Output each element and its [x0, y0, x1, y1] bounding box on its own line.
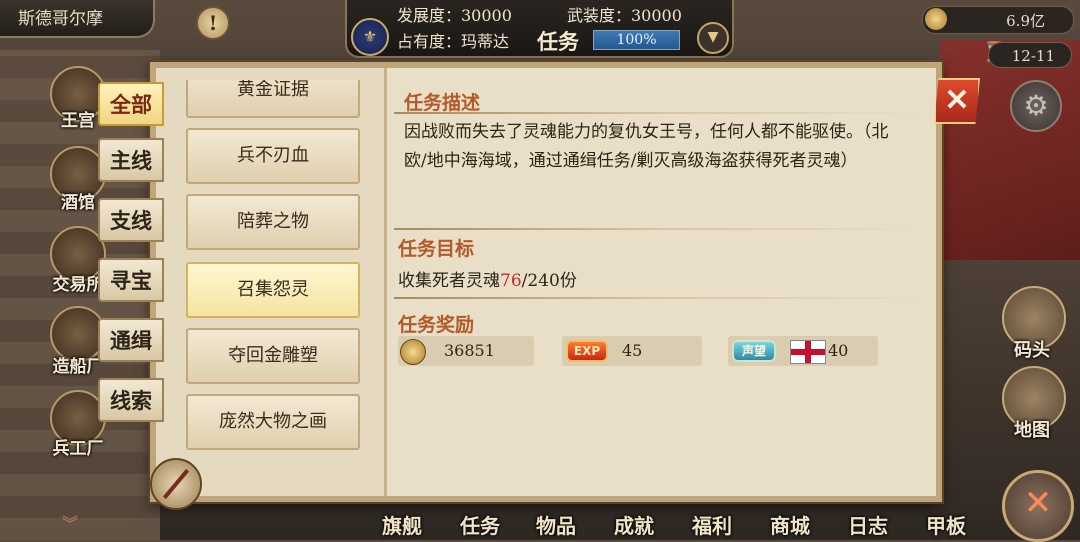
quest-item[interactable]: 夺回金雕塑 [186, 328, 360, 384]
close-button[interactable]: ✕ [934, 78, 980, 124]
task-progress-label: 任务 [537, 29, 579, 54]
quest-description: 因战败而失去了灵魂能力的复仇女王号，任何人都不能驱使。（北欧/地中海海域，通过通… [404, 122, 889, 171]
goal-current: 76 [500, 271, 522, 291]
quest-goal: 收集死者灵魂76/240份 [398, 266, 577, 291]
crossed-swords-icon[interactable]: ✕ [1002, 470, 1074, 542]
reputation-icon: 声望 [732, 340, 776, 362]
gold-display: 6.9亿 [922, 6, 1074, 34]
tab-wanted[interactable]: 通缉 [98, 318, 164, 362]
gear-icon[interactable]: ⚙ [1010, 80, 1062, 132]
stats-panel: 发展度：30000 武装度：30000 ⚜ 占有度：玛蒂达 任务 100% ▼ [345, 0, 734, 58]
city-name[interactable]: 斯德哥尔摩 [0, 0, 155, 38]
gold-coin-icon [925, 8, 947, 30]
reward-rep-value: 40 [828, 341, 849, 360]
nation-emblem-icon[interactable]: ⚜ [351, 18, 389, 56]
nav-welfare[interactable]: 福利 [692, 510, 732, 539]
quest-item[interactable]: 兵不刃血 [186, 128, 360, 184]
reward-gold-value: 36851 [444, 341, 495, 360]
bottom-nav: 旗舰 任务 物品 成就 福利 商城 日志 甲板 [360, 506, 990, 540]
task-progress-bar: 100% [593, 30, 680, 50]
tab-treasure[interactable]: 寻宝 [98, 258, 164, 302]
quest-item[interactable]: 庞然大物之画 [186, 394, 360, 450]
development-stat: 发展度：30000 [397, 6, 512, 25]
occupancy-stat: 占有度：玛蒂达 [397, 32, 510, 51]
quest-item-selected[interactable]: 召集怨灵 [186, 262, 360, 318]
reward-title: 任务奖励 [398, 314, 475, 336]
alert-icon[interactable]: ! [196, 6, 230, 40]
game-date: 12-11 [988, 42, 1072, 68]
quest-list[interactable]: 黄金证据 兵不刃血 陪葬之物 召集怨灵 夺回金雕塑 庞然大物之画 [180, 80, 366, 454]
desc-title: 任务描述 [404, 92, 481, 114]
goal-title: 任务目标 [398, 238, 475, 260]
reward-reputation: 声望 40 [728, 336, 878, 366]
tab-clues[interactable]: 线索 [98, 378, 164, 422]
chevron-down-icon[interactable]: ︾ [62, 510, 78, 534]
nav-achievements[interactable]: 成就 [614, 510, 654, 539]
exp-icon: EXP [566, 340, 608, 362]
nav-arsenal[interactable]: 兵工厂 [40, 434, 116, 459]
tab-all[interactable]: 全部 [98, 82, 164, 126]
tab-side[interactable]: 支线 [98, 198, 164, 242]
goal-prefix: 收集死者灵魂 [398, 271, 500, 291]
divider [394, 112, 922, 114]
divider [394, 297, 922, 299]
england-flag-icon [790, 340, 826, 364]
reward-exp: EXP 45 [562, 336, 702, 366]
quest-item[interactable]: 陪葬之物 [186, 194, 360, 250]
nav-map[interactable]: 地图 [1004, 416, 1060, 442]
tab-main[interactable]: 主线 [98, 138, 164, 182]
quest-item[interactable]: 黄金证据 [186, 80, 360, 118]
nav-log[interactable]: 日志 [848, 510, 888, 539]
goal-suffix: /240份 [521, 271, 577, 291]
gold-value: 6.9亿 [1006, 12, 1045, 30]
divider [394, 228, 922, 230]
compass-icon[interactable] [150, 458, 202, 510]
reward-gold: 36851 [398, 336, 534, 366]
gold-coin-icon [400, 339, 426, 365]
nav-items[interactable]: 物品 [536, 510, 576, 539]
chevron-down-icon[interactable]: ▼ [697, 22, 729, 54]
nav-deck[interactable]: 甲板 [926, 510, 966, 539]
nav-shop[interactable]: 商城 [770, 510, 810, 539]
nav-tasks[interactable]: 任务 [460, 510, 500, 539]
armament-stat: 武装度：30000 [567, 6, 682, 25]
progress-text: 100% [616, 32, 657, 48]
nav-flagship[interactable]: 旗舰 [382, 510, 422, 539]
nav-dock[interactable]: 码头 [1004, 336, 1060, 362]
reward-exp-value: 45 [622, 341, 643, 360]
